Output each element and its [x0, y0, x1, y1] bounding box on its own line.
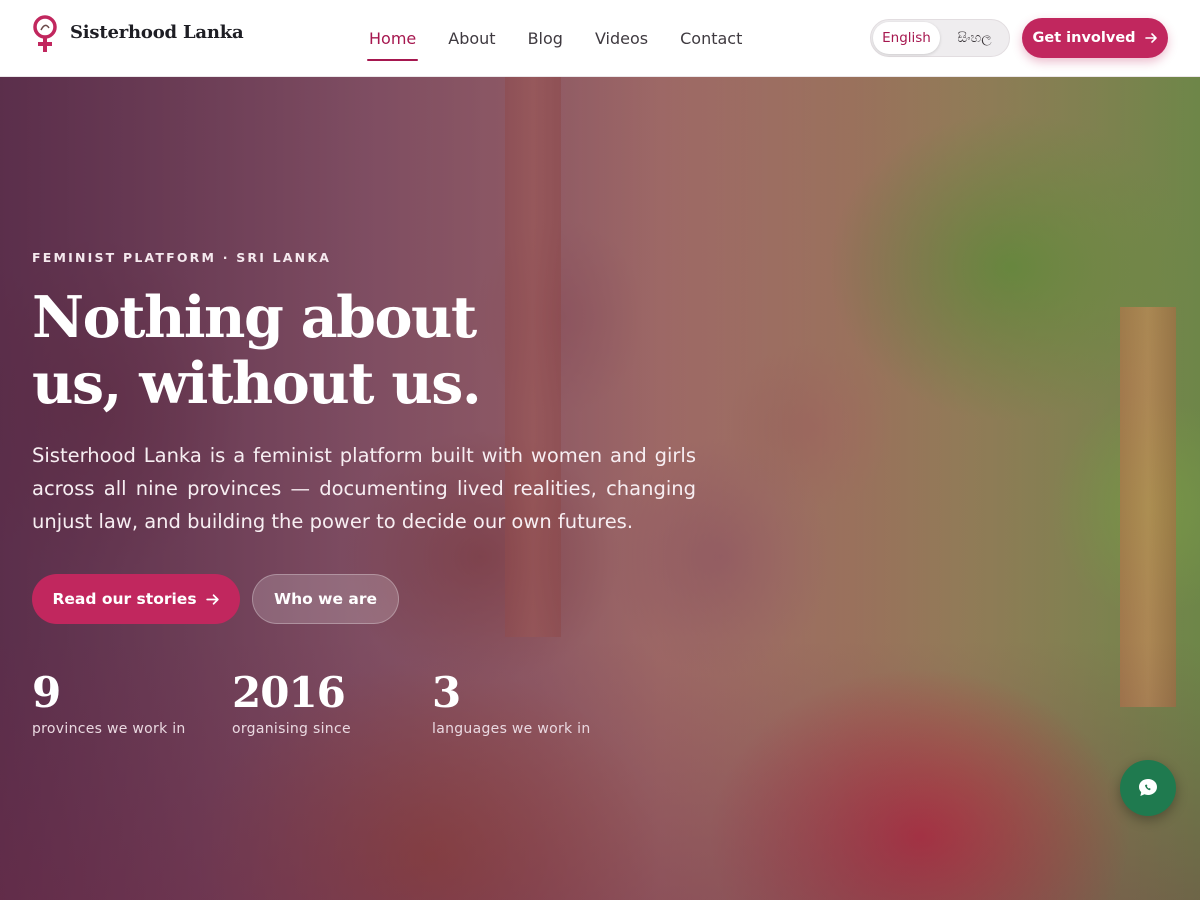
language-option-sinhala[interactable]: සිංහල — [942, 22, 1007, 54]
who-we-are-button[interactable]: Who we are — [252, 574, 399, 624]
hero-intro: Sisterhood Lanka is a feminist platform … — [32, 444, 696, 533]
get-involved-label: Get involved — [1032, 30, 1136, 46]
nav-item-blog[interactable]: Blog — [528, 0, 563, 77]
stat-value: 3 — [432, 668, 461, 717]
stat-value: 2016 — [232, 668, 346, 717]
stat-label: provinces we work in — [32, 721, 186, 737]
get-involved-button[interactable]: Get involved — [1022, 18, 1168, 58]
stat-provinces: 9 provinces we work in — [32, 668, 186, 738]
site-header: Sisterhood Lanka Home About Blog Videos … — [0, 0, 1200, 77]
read-stories-button[interactable]: Read our stories — [32, 574, 240, 624]
language-toggle: English සිංහල — [870, 19, 1010, 57]
brand-link[interactable]: Sisterhood Lanka — [32, 14, 244, 54]
stat-label: languages we work in — [432, 721, 591, 737]
stat-value: 9 — [32, 668, 61, 717]
stat-label: organising since — [232, 721, 351, 737]
stat-languages: 3 languages we work in — [432, 668, 591, 738]
venus-symbol-logo-icon — [33, 15, 57, 52]
chat-bubble-icon — [1139, 779, 1157, 796]
main-nav: Home About Blog Videos Contact — [366, 0, 774, 77]
hero-section: FEMINIST PLATFORM · SRI LANKA Nothing ab… — [0, 77, 1200, 900]
language-option-english[interactable]: English — [873, 22, 940, 54]
nav-item-about[interactable]: About — [448, 0, 495, 77]
hero-eyebrow: FEMINIST PLATFORM · SRI LANKA — [32, 250, 332, 265]
nav-item-videos[interactable]: Videos — [595, 0, 648, 77]
read-stories-label: Read our stories — [52, 590, 197, 608]
arrow-right-icon — [205, 593, 219, 605]
headline-line-1: Nothing about — [32, 284, 477, 351]
stat-organising-since: 2016 organising since — [232, 668, 351, 738]
nav-item-home[interactable]: Home — [366, 0, 419, 77]
headline-line-2: us, without us. — [32, 350, 482, 417]
hero-headline: Nothing about us, without us. — [32, 285, 502, 417]
nav-item-contact[interactable]: Contact — [680, 0, 742, 77]
brand-name: Sisterhood Lanka — [70, 21, 244, 43]
chat-button[interactable] — [1120, 760, 1176, 816]
arrow-right-icon — [1144, 33, 1157, 43]
